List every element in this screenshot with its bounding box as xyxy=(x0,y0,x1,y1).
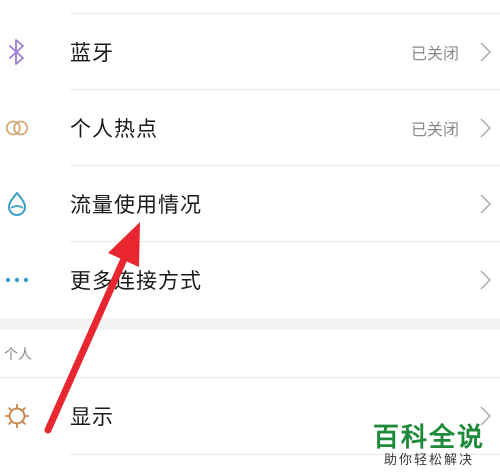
watermark-subtitle: 助你轻松解决 xyxy=(383,453,474,468)
row-status: 已关闭 xyxy=(410,120,459,139)
display-sun-icon xyxy=(4,403,30,429)
chevron-right-icon xyxy=(478,117,492,139)
more-dots-icon xyxy=(4,267,30,293)
row-label: 蓝牙 xyxy=(70,41,114,65)
chevron-right-icon xyxy=(478,41,492,63)
row-label: 更多连接方式 xyxy=(70,269,202,293)
settings-row-data-usage[interactable]: 流量使用情况 xyxy=(0,166,500,242)
hotspot-icon xyxy=(4,115,30,141)
watermark-logo: 百科全说 助你轻松解决 xyxy=(370,423,488,469)
settings-screen: 蓝牙 已关闭 个人热点 已关闭 流量使用情况 更多连接方式 个人 显示 百科全说… xyxy=(0,0,500,475)
row-status: 已关闭 xyxy=(410,44,459,63)
chevron-right-icon xyxy=(478,269,492,291)
bluetooth-icon xyxy=(4,39,30,65)
section-separator xyxy=(0,318,500,330)
settings-row-hotspot[interactable]: 个人热点 已关闭 xyxy=(0,90,500,166)
row-label: 显示 xyxy=(70,405,114,429)
data-usage-icon xyxy=(4,191,30,217)
section-header-personal: 个人 xyxy=(4,347,32,363)
row-label: 个人热点 xyxy=(70,117,158,141)
chevron-right-icon xyxy=(478,193,492,215)
settings-row-more-connections[interactable]: 更多连接方式 xyxy=(0,242,500,318)
settings-row-bluetooth[interactable]: 蓝牙 已关闭 xyxy=(0,14,500,90)
row-label: 流量使用情况 xyxy=(70,193,202,217)
watermark-title: 百科全说 xyxy=(372,423,485,453)
